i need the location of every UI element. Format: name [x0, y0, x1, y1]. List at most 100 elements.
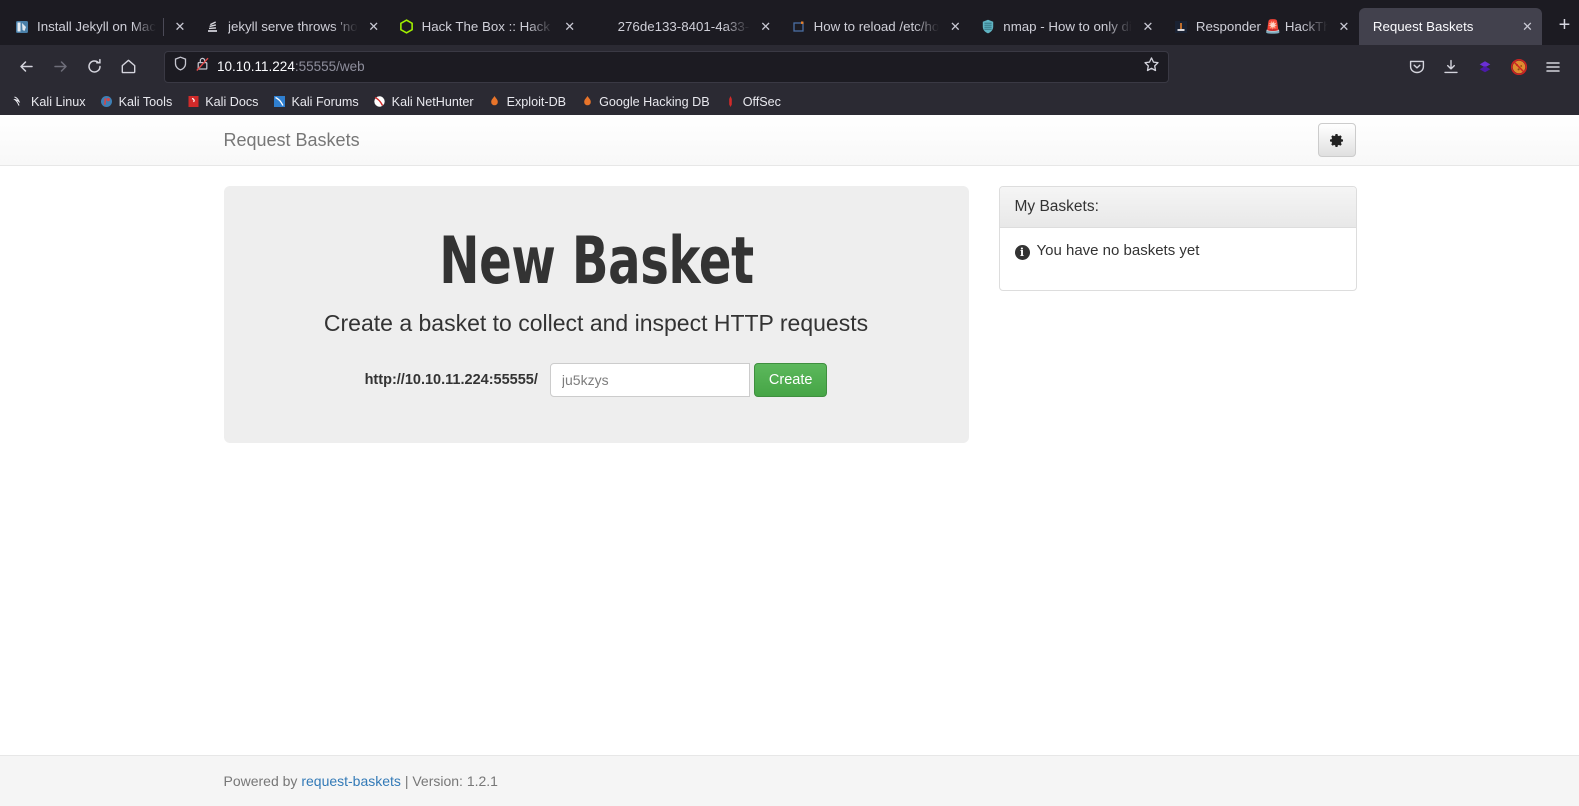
new-tab-button[interactable]: + [1548, 10, 1579, 42]
bookmark-star-icon[interactable] [1143, 56, 1160, 78]
footer-prefix: Powered by [223, 773, 302, 789]
bookmark-exploit-db[interactable]: Exploit-DB [482, 93, 573, 111]
browser-tab[interactable]: How to reload /etc/ho ✕ [781, 8, 971, 45]
basket-url-prefix: http://10.10.11.224:55555/ [364, 372, 538, 389]
insecure-lock-icon[interactable] [195, 56, 210, 77]
ghdb-icon [580, 95, 594, 109]
bookmark-google-hacking-db[interactable]: Google Hacking DB [574, 93, 716, 111]
downloads-icon[interactable] [1435, 51, 1467, 83]
extension-purple-icon[interactable] [1469, 51, 1501, 83]
shield-icon [980, 19, 996, 35]
new-basket-subtitle: Create a basket to collect and inspect H… [323, 310, 869, 337]
my-baskets-body: i You have no baskets yet [1000, 228, 1356, 290]
bookmark-label: OffSec [742, 94, 781, 109]
page-title: Request Baskets [223, 130, 360, 150]
notebook-icon [14, 19, 30, 35]
reload-button[interactable] [78, 51, 110, 83]
url-text: 10.10.11.224:55555/web [217, 59, 365, 74]
browser-tab[interactable]: Install Jekyll on Mac ✕ [4, 8, 195, 45]
app-navbar: Request Baskets [0, 115, 1579, 166]
bookmark-kali-forums[interactable]: Kali Forums [266, 93, 364, 111]
footer-text: Powered by request-baskets | Version: 1.… [209, 773, 1371, 789]
browser-tab[interactable]: nmap - How to only di ✕ [970, 8, 1163, 45]
hackthebox-icon [399, 19, 415, 35]
bookmark-label: Kali Tools [118, 94, 173, 109]
tab-close-button[interactable]: ✕ [1518, 18, 1536, 36]
tab-title: Responder 🚨 HackTh [1195, 18, 1328, 34]
content-container: New Basket Create a basket to collect an… [209, 166, 1371, 444]
kali-nethunter-icon [373, 95, 387, 109]
browser-window: Install Jekyll on Mac ✕ jekyll serve thr… [0, 0, 1579, 806]
url-path: :55555/web [294, 59, 365, 74]
my-baskets-heading: My Baskets: [999, 187, 1356, 228]
blank-icon [595, 19, 611, 35]
new-basket-heading: New Basket [438, 224, 754, 299]
tab-close-button[interactable]: ✕ [561, 18, 579, 36]
forward-button[interactable] [44, 51, 76, 83]
kali-docs-icon [186, 95, 200, 109]
pocket-icon[interactable] [1401, 51, 1433, 83]
page-content: New Basket Create a basket to collect an… [0, 166, 1579, 755]
shield-icon[interactable] [173, 56, 188, 77]
tab-title: Hack The Box :: Hack T [421, 19, 554, 34]
bookmark-label: Kali Linux [31, 94, 86, 109]
exploitdb-icon [488, 95, 502, 109]
tab-close-button[interactable]: ✕ [171, 18, 189, 36]
bookmark-label: Kali Forums [291, 94, 359, 109]
browser-tab-active[interactable]: Request Baskets ✕ [1358, 8, 1543, 45]
browser-tab[interactable]: Responder 🚨 HackTh ✕ [1163, 8, 1359, 45]
cookie-blocker-icon[interactable] [1503, 51, 1535, 83]
gear-icon [1330, 133, 1343, 147]
offsec-icon [724, 95, 738, 109]
my-baskets-panel: My Baskets: i You have no baskets yet [998, 186, 1357, 291]
tab-title: nmap - How to only di [1003, 19, 1132, 34]
bookmark-kali-nethunter[interactable]: Kali NetHunter [367, 93, 480, 111]
bookmark-kali-docs[interactable]: Kali Docs [180, 93, 264, 111]
tab-close-button[interactable]: ✕ [1139, 18, 1157, 36]
request-baskets-link[interactable]: request-baskets [301, 773, 401, 789]
browser-tab[interactable]: Hack The Box :: Hack T ✕ [389, 8, 585, 45]
tab-close-button[interactable]: ✕ [946, 18, 964, 36]
empty-baskets-message: You have no baskets yet [1036, 242, 1200, 259]
url-bar[interactable]: 10.10.11.224:55555/web [164, 50, 1169, 83]
bookmark-kali-linux[interactable]: Kali Linux [6, 93, 92, 111]
create-basket-form: http://10.10.11.224:55555/ Create [284, 363, 909, 398]
serverfault-icon [791, 19, 807, 35]
footer-suffix: | Version: 1.2.1 [400, 773, 498, 789]
stackoverflow-icon [205, 19, 221, 35]
tab-title: How to reload /etc/ho [813, 19, 940, 34]
back-button[interactable] [10, 51, 42, 83]
new-basket-jumbotron: New Basket Create a basket to collect an… [223, 186, 969, 444]
create-button[interactable]: Create [753, 363, 828, 398]
app-navbar-inner: Request Baskets [209, 123, 1371, 157]
kali-tools-icon [100, 95, 114, 109]
tab-title: Request Baskets [1372, 19, 1474, 34]
page-viewport: Request Baskets New Basket Create a bask… [0, 115, 1579, 806]
tab-close-button[interactable]: ✕ [1335, 18, 1353, 36]
tab-close-button[interactable]: ✕ [365, 18, 383, 36]
tab-title: Install Jekyll on Mac [37, 19, 156, 34]
url-host: 10.10.11.224 [217, 59, 295, 74]
toolbar-right [1401, 51, 1569, 83]
tab-title: jekyll serve throws 'no [227, 19, 358, 34]
info-circle-icon: i [1014, 245, 1030, 260]
basket-name-input[interactable] [549, 363, 750, 398]
tab-separator [162, 17, 164, 36]
kali-forums-icon [272, 95, 286, 109]
bookmark-label: Kali Docs [205, 94, 259, 109]
settings-button[interactable] [1317, 123, 1356, 157]
bookmarks-bar: Kali Linux Kali Tools Kali Docs Kali For… [0, 88, 1579, 115]
tab-close-button[interactable]: ✕ [757, 18, 775, 36]
bookmark-kali-tools[interactable]: Kali Tools [94, 93, 179, 111]
bookmark-offsec[interactable]: OffSec [718, 93, 787, 111]
tab-title: 276de133-8401-4a33-9d1 [617, 19, 750, 34]
app-menu-icon[interactable] [1537, 51, 1569, 83]
hackthebox-blue-icon [1173, 19, 1189, 35]
home-button[interactable] [112, 51, 144, 83]
browser-tab[interactable]: jekyll serve throws 'no ✕ [195, 8, 389, 45]
kali-dragon-icon [12, 95, 26, 109]
bookmark-label: Kali NetHunter [391, 94, 474, 109]
browser-tab[interactable]: 276de133-8401-4a33-9d1 ✕ [585, 8, 781, 45]
navigation-toolbar: 10.10.11.224:55555/web [0, 45, 1579, 88]
page-footer: Powered by request-baskets | Version: 1.… [0, 755, 1579, 806]
